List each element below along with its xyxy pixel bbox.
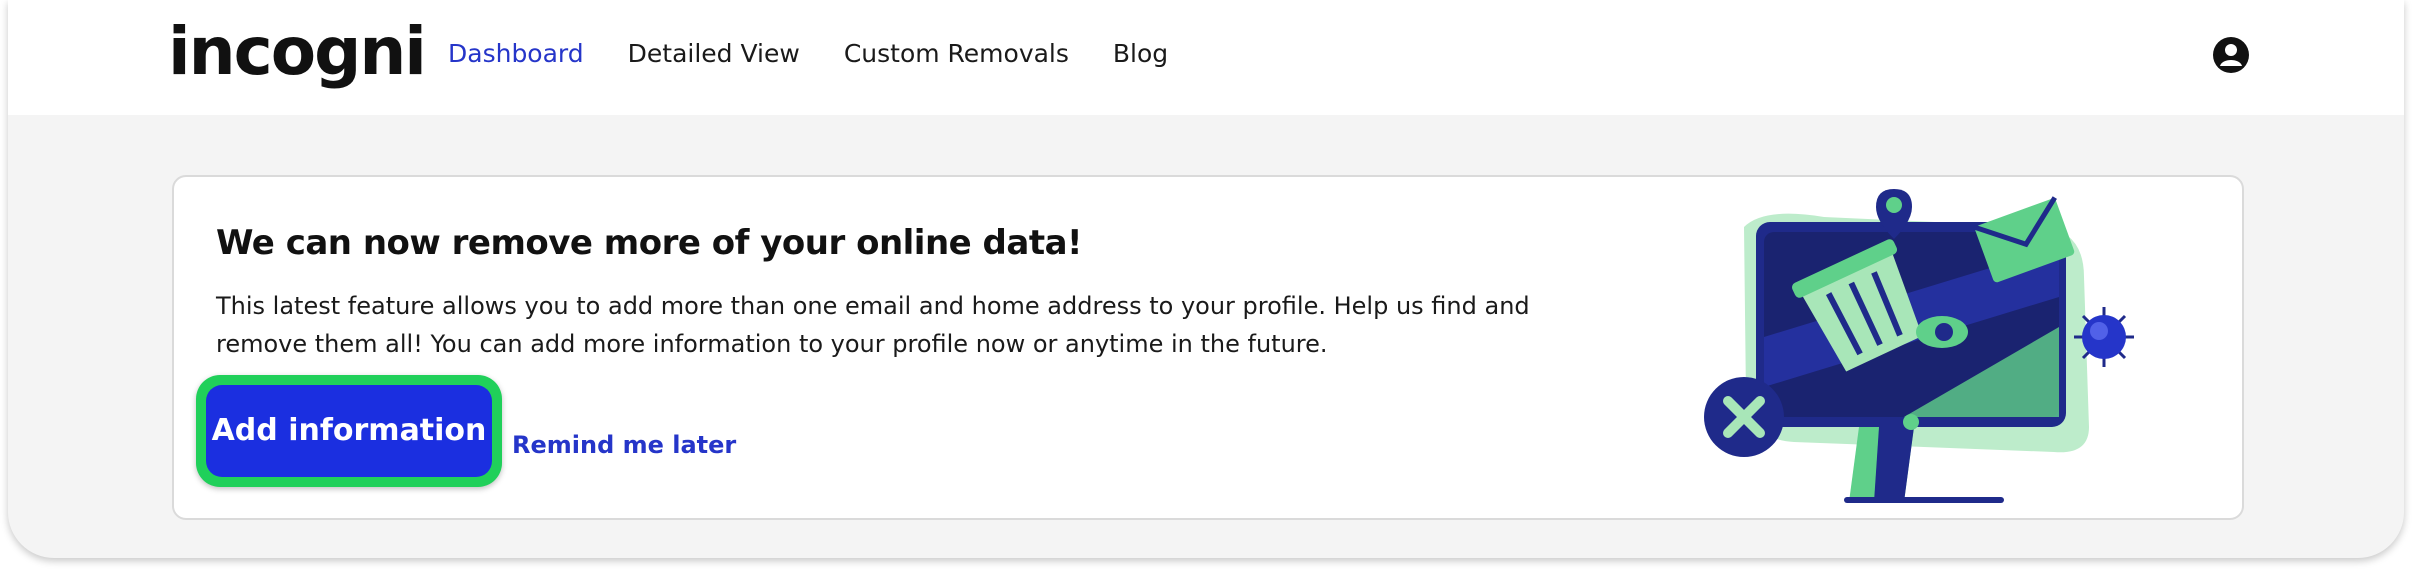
remind-me-later-link[interactable]: Remind me later [512,431,736,459]
add-information-button[interactable]: Add information [206,385,492,477]
banner-title: We can now remove more of your online da… [216,223,1083,263]
monitor-data-removal-illustration [1704,187,2134,507]
feature-banner-card: We can now remove more of your online da… [172,175,2244,520]
nav-detailed-view[interactable]: Detailed View [628,36,800,72]
nav-blog[interactable]: Blog [1113,36,1168,72]
banner-description: This latest feature allows you to add mo… [216,292,1530,358]
top-navbar: incogni Dashboard Detailed View Custom R… [8,0,2404,115]
nav-custom-removals[interactable]: Custom Removals [844,36,1069,72]
nav-dashboard[interactable]: Dashboard [448,36,584,72]
incogni-logo[interactable]: incogni [168,12,427,92]
app-window: incogni Dashboard Detailed View Custom R… [8,0,2404,558]
account-icon[interactable] [2212,36,2250,74]
main-nav: Dashboard Detailed View Custom Removals … [448,36,1212,72]
add-information-button-highlight: Add information [196,375,502,487]
